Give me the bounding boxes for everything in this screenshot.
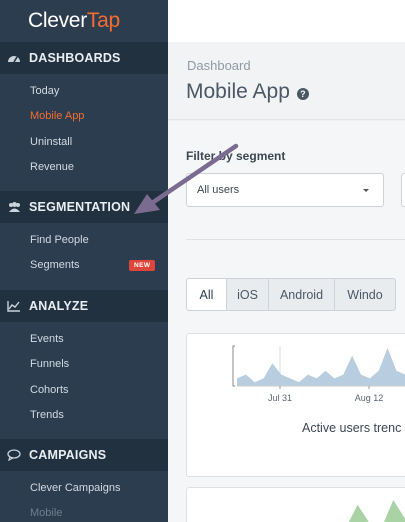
breadcrumb[interactable]: Dashboard	[187, 58, 251, 73]
sidebar-item-trends[interactable]: Trends	[0, 403, 168, 429]
second-chart-card	[186, 487, 405, 522]
sidebar-item-uninstall[interactable]: Uninstall	[0, 129, 168, 155]
second-chart	[348, 500, 405, 522]
sidebar-item-revenue[interactable]: Revenue	[0, 155, 168, 181]
secondary-select[interactable]	[401, 173, 405, 207]
clevertap-logo[interactable]: Clever Tap	[0, 0, 168, 42]
section-label: CAMPAIGNS	[29, 448, 107, 462]
page-header: Dashboard Mobile App ?	[168, 42, 405, 120]
section-segmentation[interactable]: SEGMENTATION	[0, 191, 168, 223]
series-area	[237, 348, 405, 386]
line-chart-icon	[6, 299, 22, 313]
chevron-down-icon	[363, 189, 369, 192]
segment-select-value: All users	[197, 184, 240, 196]
sidebar-item-label: Segments	[30, 259, 80, 272]
chart-title: Active users trenc	[302, 421, 402, 435]
sidebar-item-cohorts[interactable]: Cohorts	[0, 377, 168, 403]
page-title: Mobile App ?	[186, 80, 309, 104]
tab-all[interactable]: All	[187, 279, 227, 310]
logo-text-clever: Clever	[28, 9, 87, 32]
x-tick-label: Aug 12	[355, 393, 384, 403]
logo-text-tap: Tap	[86, 9, 120, 32]
section-analyze[interactable]: ANALYZE	[0, 290, 168, 322]
tab-android[interactable]: Android	[269, 279, 335, 310]
sidebar-item-today[interactable]: Today	[0, 78, 168, 104]
tab-windows[interactable]: Windo	[335, 279, 395, 310]
new-badge: NEW	[129, 259, 156, 271]
active-users-chart: Jul 31 Aug 12	[232, 345, 405, 403]
y-axis	[232, 345, 235, 387]
page-title-text: Mobile App	[186, 80, 290, 103]
sidebar-item-find-people[interactable]: Find People	[0, 227, 168, 253]
section-campaigns[interactable]: CAMPAIGNS	[0, 439, 168, 471]
dashboard-icon	[6, 51, 22, 65]
section-dashboards[interactable]: DASHBOARDS	[0, 42, 168, 74]
section-label: DASHBOARDS	[29, 51, 121, 65]
sidebar-item-mobile-app[interactable]: Mobile App	[0, 104, 168, 130]
divider	[186, 239, 405, 240]
help-icon[interactable]: ?	[296, 87, 309, 100]
sidebar-item-mobile[interactable]: Mobile	[0, 501, 168, 522]
sidebar-item-clever-campaigns[interactable]: Clever Campaigns	[0, 475, 168, 501]
users-icon	[6, 200, 22, 214]
segment-select[interactable]: All users	[186, 173, 384, 207]
sidebar-item-funnels[interactable]: Funnels	[0, 352, 168, 378]
section-label: ANALYZE	[29, 299, 89, 313]
top-bar	[168, 0, 405, 42]
tab-ios[interactable]: iOS	[227, 279, 269, 310]
platform-tabs: All iOS Android Windo	[186, 278, 396, 311]
x-tick-label: Jul 31	[268, 393, 292, 403]
sidebar-item-events[interactable]: Events	[0, 326, 168, 352]
chat-bubble-icon	[6, 448, 22, 462]
series-area	[348, 500, 405, 522]
filter-label: Filter by segment	[186, 149, 286, 163]
dashboard-content: Filter by segment All users All iOS Andr…	[168, 121, 405, 522]
active-users-chart-card: Jul 31 Aug 12 Active users trenc	[186, 333, 405, 477]
sidebar-item-segments[interactable]: Segments NEW	[0, 253, 168, 279]
sidebar: Clever Tap DASHBOARDS Today Mobile App Un…	[0, 0, 168, 522]
section-label: SEGMENTATION	[29, 200, 131, 214]
